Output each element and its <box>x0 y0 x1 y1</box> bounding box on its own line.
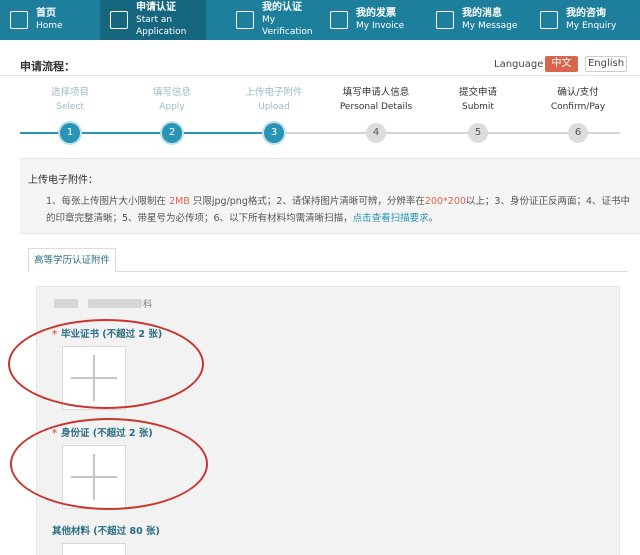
step-select-en: Select <box>56 102 84 112</box>
step-personal-details-en: Personal Details <box>339 102 413 112</box>
blurred-text <box>54 299 78 308</box>
step-submit-zh: 提交申请 <box>458 87 497 98</box>
language-chinese-button[interactable]: 中文 <box>545 56 578 72</box>
instructions-part-2: 只限jpg/png格式；2、请保持图片清晰可辨，分辨率在 <box>192 196 425 207</box>
annotation-circle <box>8 319 204 409</box>
invoice-icon <box>330 11 348 29</box>
scan-requirements-link[interactable]: 点击查看扫描要求 <box>353 213 429 224</box>
language-label: Language : <box>494 59 550 70</box>
step-upload-zh: 上传电子附件 <box>245 87 303 98</box>
other-materials-label-text: 其他材料 (不超过 80 张) <box>52 526 160 537</box>
step-confirm-pay: 确认/支付 Confirm/Pay 6 <box>528 78 628 143</box>
step-apply: 填写信息 Apply 2 <box>122 78 222 143</box>
tab-bar <box>28 271 628 272</box>
enquiry-icon <box>540 11 558 29</box>
nav-start-application-zh: 申请认证 <box>136 2 176 13</box>
step-select: 选择项目 Select 1 <box>20 78 120 143</box>
instructions-text: 1、每张上传图片大小限制在 2MB 只限jpg/png格式；2、请保持图片清晰可… <box>46 193 638 227</box>
step-submit-en: Submit <box>462 102 494 112</box>
nav-home[interactable]: 首页 Home <box>0 0 100 40</box>
step-submit: 提交申请 Submit 5 <box>428 78 528 143</box>
nav-home-zh: 首页 <box>36 8 56 19</box>
nav-start-application[interactable]: 申请认证 Start an Application <box>100 0 206 40</box>
home-icon <box>10 11 28 29</box>
blurred-text <box>88 299 142 308</box>
message-icon <box>436 11 454 29</box>
step-select-number: 1 <box>60 123 80 143</box>
annotation-circle <box>10 418 208 510</box>
nav-my-invoice[interactable]: 我的发票 My Invoice <box>318 0 426 40</box>
nav-my-verification[interactable]: 我的认证 My Verification <box>206 0 318 40</box>
instructions-size-limit: 2MB <box>169 196 190 207</box>
nav-my-enquiry[interactable]: 我的咨询 My Enquiry <box>530 0 640 40</box>
blurred-text-tail: 科 <box>143 300 153 310</box>
step-personal-details-number: 4 <box>366 123 386 143</box>
nav-my-message-en: My Message <box>462 21 518 31</box>
step-upload: 上传电子附件 Upload 3 <box>224 78 324 143</box>
nav-my-invoice-zh: 我的发票 <box>356 8 396 19</box>
nav-my-invoice-en: My Invoice <box>356 21 405 31</box>
step-personal-details: 填写申请人信息 Personal Details 4 <box>326 78 426 143</box>
instructions-resolution: 200*200 <box>424 196 466 207</box>
step-upload-number: 3 <box>264 123 284 143</box>
nav-my-enquiry-en: My Enquiry <box>566 21 617 31</box>
nav-my-verification-zh: 我的认证 <box>262 2 302 13</box>
checkbox-icon <box>110 11 128 29</box>
nav-my-enquiry-zh: 我的咨询 <box>566 8 606 19</box>
instructions-part-1: 1、每张上传图片大小限制在 <box>46 196 167 207</box>
nav-my-message[interactable]: 我的消息 My Message <box>426 0 530 40</box>
nav-start-application-en: Start an Application <box>136 15 187 37</box>
nav-my-verification-en: My Verification <box>262 15 313 37</box>
progress-line-done <box>20 132 273 134</box>
language-english-button[interactable]: English <box>585 56 627 72</box>
title-row: 申请流程： Language : 中文 English <box>0 44 640 76</box>
instructions-title: 上传电子附件： <box>28 175 98 186</box>
page-title: 申请流程： <box>20 60 75 73</box>
nav-home-en: Home <box>36 21 63 31</box>
nav-my-message-zh: 我的消息 <box>462 8 502 19</box>
tab-higher-education-attachments[interactable]: 高等学历认证附件 <box>28 248 116 272</box>
step-confirm-pay-en: Confirm/Pay <box>550 102 606 112</box>
step-confirm-pay-zh: 确认/支付 <box>557 87 599 98</box>
step-submit-number: 5 <box>468 123 488 143</box>
top-nav: 首页 Home 申请认证 Start an Application 我的认证 My V… <box>0 0 640 40</box>
step-confirm-pay-number: 6 <box>568 123 588 143</box>
progress-steps: 选择项目 Select 1 填写信息 Apply 2 上传电子附件 Upload… <box>0 78 640 153</box>
step-apply-en: Apply <box>159 102 185 112</box>
step-personal-details-zh: 填写申请人信息 <box>342 87 410 98</box>
other-materials-upload-button[interactable] <box>62 543 126 555</box>
step-select-zh: 选择项目 <box>50 87 89 98</box>
certificate-icon <box>236 11 254 29</box>
other-materials-label: 其他材料 (不超过 80 张) <box>52 523 160 537</box>
step-apply-number: 2 <box>162 123 182 143</box>
step-apply-zh: 填写信息 <box>152 87 191 98</box>
instructions-part-4: 。 <box>428 213 439 224</box>
step-upload-en: Upload <box>258 102 290 112</box>
upload-instructions: 上传电子附件： 1、每张上传图片大小限制在 2MB 只限jpg/png格式；2、… <box>20 158 640 234</box>
